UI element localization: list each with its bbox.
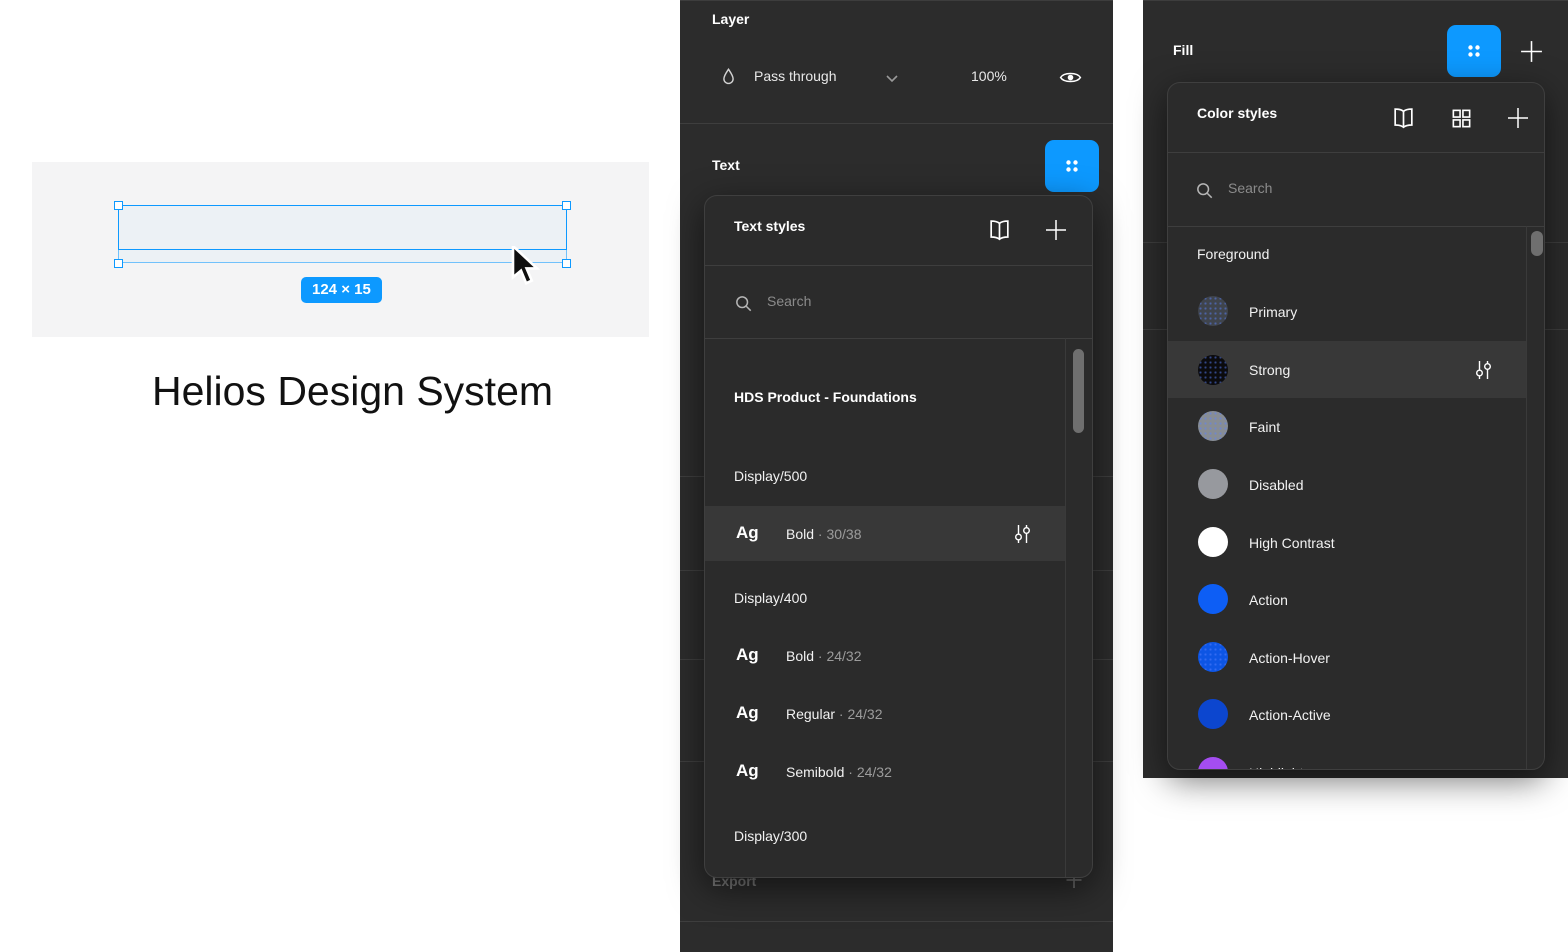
color-style-label: High Contrast bbox=[1249, 535, 1335, 551]
color-swatch bbox=[1198, 296, 1228, 326]
color-styles-title: Color styles bbox=[1197, 105, 1277, 121]
style-size: · 24/32 bbox=[839, 706, 883, 722]
scrollbar-thumb[interactable] bbox=[1531, 231, 1543, 256]
text-style-row[interactable]: Ag Regular · 24/32 bbox=[705, 686, 1065, 741]
style-size: · 30/38 bbox=[818, 526, 862, 542]
dropdown-divider bbox=[1168, 226, 1544, 227]
scrollbar-thumb[interactable] bbox=[1073, 349, 1084, 433]
canvas-text-layer[interactable]: Helios Design System bbox=[152, 368, 600, 415]
visibility-eye-icon[interactable] bbox=[1058, 65, 1083, 90]
color-swatch bbox=[1198, 757, 1228, 770]
style-label: Regular · 24/32 bbox=[786, 706, 883, 722]
color-style-label: Action bbox=[1249, 592, 1288, 608]
color-swatch bbox=[1198, 411, 1228, 441]
dimension-badge: 124 × 15 bbox=[301, 277, 382, 303]
color-swatch bbox=[1198, 584, 1228, 614]
color-style-row[interactable]: Disabled bbox=[1168, 456, 1526, 512]
style-sample: Ag bbox=[736, 645, 759, 665]
library-header: HDS Product - Foundations bbox=[734, 389, 917, 405]
fill-section-title: Fill bbox=[1173, 42, 1193, 58]
color-swatch bbox=[1198, 469, 1228, 499]
style-size: · 24/32 bbox=[848, 764, 892, 780]
color-swatch bbox=[1198, 699, 1228, 729]
color-styles-search-input[interactable] bbox=[1228, 180, 1448, 196]
text-styles-search-input[interactable] bbox=[767, 293, 987, 309]
color-style-row[interactable]: Action-Hover bbox=[1168, 629, 1526, 685]
add-style-icon[interactable] bbox=[1041, 215, 1071, 245]
style-group-label: Display/300 bbox=[734, 828, 807, 844]
style-label: Bold · 30/38 bbox=[786, 526, 862, 542]
library-book-icon[interactable] bbox=[1388, 103, 1418, 133]
selection-handle-bottom-right[interactable] bbox=[562, 259, 571, 268]
color-swatch bbox=[1198, 642, 1228, 672]
style-sample: Ag bbox=[736, 703, 759, 723]
blend-mode-icon bbox=[717, 66, 740, 89]
color-style-row[interactable]: Primary bbox=[1168, 283, 1526, 339]
color-group-header: Foreground bbox=[1197, 246, 1269, 262]
text-section-title: Text bbox=[712, 157, 740, 173]
fill-style-picker-button[interactable] bbox=[1447, 25, 1501, 77]
add-style-icon[interactable] bbox=[1503, 103, 1533, 133]
color-style-label: Action-Hover bbox=[1249, 650, 1330, 666]
grid-view-icon[interactable] bbox=[1446, 103, 1476, 133]
section-divider bbox=[680, 921, 1113, 922]
text-styles-title: Text styles bbox=[734, 218, 805, 234]
edit-style-sliders-icon[interactable] bbox=[1472, 358, 1494, 382]
blend-mode-select[interactable]: Pass through bbox=[754, 68, 837, 84]
color-style-label: Highlight bbox=[1249, 765, 1303, 770]
dropdown-divider bbox=[1168, 152, 1544, 153]
color-style-label: Action-Active bbox=[1249, 707, 1331, 723]
search-icon bbox=[1195, 181, 1214, 200]
color-style-label: Strong bbox=[1249, 362, 1290, 378]
add-fill-icon[interactable] bbox=[1519, 39, 1544, 64]
color-style-row-selected[interactable]: Strong bbox=[1168, 341, 1526, 398]
color-style-row[interactable]: Faint bbox=[1168, 398, 1526, 454]
style-group-label: Display/400 bbox=[734, 590, 807, 606]
style-weight: Bold bbox=[786, 526, 814, 542]
selection-handle-bottom-left[interactable] bbox=[114, 259, 123, 268]
text-style-row[interactable]: Ag Semibold · 24/32 bbox=[705, 744, 1065, 799]
style-group-label: Display/500 bbox=[734, 468, 807, 484]
style-label: Semibold · 24/32 bbox=[786, 764, 892, 780]
layer-section-title: Layer bbox=[712, 11, 749, 27]
color-style-row[interactable]: High Contrast bbox=[1168, 514, 1526, 570]
color-style-row[interactable]: Action-Active bbox=[1168, 686, 1526, 742]
color-style-row[interactable]: Highlight bbox=[1168, 744, 1526, 770]
text-styles-dropdown: Text styles HDS Product - Foundations Di… bbox=[704, 195, 1093, 878]
style-sample: Ag bbox=[736, 761, 759, 781]
dropdown-divider bbox=[705, 338, 1092, 339]
mouse-cursor-icon bbox=[511, 246, 545, 286]
color-swatch bbox=[1198, 355, 1228, 385]
dropdown-divider bbox=[705, 265, 1092, 266]
search-icon bbox=[734, 294, 753, 313]
section-divider bbox=[680, 123, 1113, 124]
color-style-label: Disabled bbox=[1249, 477, 1303, 493]
style-weight: Semibold bbox=[786, 764, 844, 780]
color-style-label: Primary bbox=[1249, 304, 1297, 320]
layer-opacity-field[interactable]: 100% bbox=[971, 68, 1007, 84]
style-weight: Bold bbox=[786, 648, 814, 664]
selection-handle-top-left[interactable] bbox=[114, 201, 123, 210]
scrollbar-track bbox=[1065, 338, 1066, 878]
color-style-row[interactable]: Action bbox=[1168, 571, 1526, 627]
text-layer-outline bbox=[118, 205, 567, 250]
style-label: Bold · 24/32 bbox=[786, 648, 862, 664]
library-book-icon[interactable] bbox=[984, 215, 1014, 245]
style-size: · 24/32 bbox=[818, 648, 862, 664]
style-weight: Regular bbox=[786, 706, 835, 722]
text-style-row-selected[interactable]: Ag Bold · 30/38 bbox=[705, 506, 1065, 561]
text-style-row[interactable]: Ag Bold · 24/32 bbox=[705, 628, 1065, 683]
color-styles-dropdown: Color styles Foreground bbox=[1167, 82, 1545, 770]
selection-handle-top-right[interactable] bbox=[562, 201, 571, 210]
text-style-picker-button[interactable] bbox=[1045, 140, 1099, 192]
color-swatch bbox=[1198, 527, 1228, 557]
style-sample: Ag bbox=[736, 523, 759, 543]
color-style-label: Faint bbox=[1249, 419, 1280, 435]
chevron-down-icon[interactable] bbox=[885, 74, 899, 83]
edit-style-sliders-icon[interactable] bbox=[1011, 522, 1033, 546]
figma-workspace: Helios Design System 124 × 15 Layer Pass… bbox=[0, 0, 1568, 952]
scrollbar-track bbox=[1526, 226, 1527, 770]
